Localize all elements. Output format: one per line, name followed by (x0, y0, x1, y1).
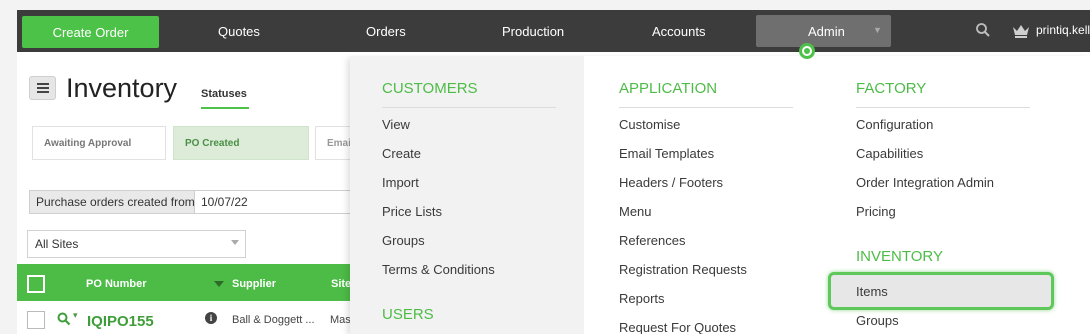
date-from-input[interactable]: 10/07/22 (195, 190, 355, 214)
section-inventory: INVENTORY (856, 248, 943, 265)
divider (619, 107, 793, 108)
hamburger-menu-button[interactable] (29, 76, 56, 100)
status-awaiting-approval[interactable]: Awaiting Approval (32, 126, 166, 160)
admin-dropdown-menu: CUSTOMERS View Create Import Price Lists… (350, 56, 1090, 334)
create-order-button[interactable]: Create Order (22, 16, 159, 48)
menu-customers-import[interactable]: Import (382, 175, 419, 190)
row-checkbox[interactable] (27, 311, 45, 329)
nav-production[interactable]: Production (502, 10, 564, 52)
menu-application-reports[interactable]: Reports (619, 291, 665, 306)
customers-column (350, 56, 584, 334)
status-email[interactable]: Emai (315, 126, 355, 160)
menu-customers-terms[interactable]: Terms & Conditions (382, 262, 495, 277)
menu-application-request-for-quotes[interactable]: Request For Quotes (619, 320, 736, 334)
column-site[interactable]: Site (331, 278, 351, 290)
menu-application-headers-footers[interactable]: Headers / Footers (619, 175, 723, 190)
menu-factory-configuration[interactable]: Configuration (856, 117, 933, 132)
status-po-created[interactable]: PO Created (173, 126, 309, 160)
menu-inventory-groups[interactable]: Groups (856, 313, 899, 328)
section-application: APPLICATION (619, 80, 718, 97)
supplier-cell: Ball & Doggett ... (232, 314, 315, 326)
section-customers: CUSTOMERS (382, 80, 478, 97)
column-supplier[interactable]: Supplier (232, 278, 276, 290)
section-factory: FACTORY (856, 80, 927, 97)
active-menu-indicator (799, 43, 815, 59)
menu-inventory-items[interactable]: Items (856, 284, 888, 299)
info-icon[interactable]: i (205, 312, 217, 324)
page-margin-top (0, 0, 1090, 10)
menu-customers-groups[interactable]: Groups (382, 233, 425, 248)
top-navigation-bar: Create Order Quotes Orders Production Ac… (17, 10, 1090, 52)
page-margin-left (0, 0, 17, 334)
tab-statuses[interactable]: Statuses (201, 88, 247, 100)
po-number-link[interactable]: IQIPO155 (87, 313, 154, 330)
menu-application-menu[interactable]: Menu (619, 204, 652, 219)
crown-icon[interactable] (1011, 22, 1031, 43)
divider (856, 107, 1030, 108)
search-icon[interactable] (975, 22, 991, 43)
chevron-down-icon (231, 240, 239, 245)
menu-factory-order-integration-admin[interactable]: Order Integration Admin (856, 175, 994, 190)
menu-application-registration-requests[interactable]: Registration Requests (619, 262, 747, 277)
column-po-number[interactable]: PO Number (86, 278, 147, 290)
chevron-down-icon[interactable]: ▾ (73, 310, 78, 321)
menu-factory-capabilities[interactable]: Capabilities (856, 146, 923, 161)
search-icon[interactable] (57, 312, 71, 331)
nav-admin[interactable]: Admin ▼ (756, 15, 891, 47)
section-users: USERS (382, 306, 434, 323)
hamburger-icon (36, 83, 49, 93)
menu-customers-create[interactable]: Create (382, 146, 421, 161)
page-title: Inventory (66, 73, 178, 103)
select-all-checkbox[interactable] (27, 275, 45, 293)
chevron-down-icon: ▼ (873, 25, 882, 35)
nav-accounts[interactable]: Accounts (652, 10, 705, 52)
sites-select[interactable]: All Sites (27, 230, 246, 258)
date-filter-label: Purchase orders created from (29, 190, 195, 214)
nav-admin-label: Admin (808, 24, 845, 39)
divider (382, 107, 556, 108)
menu-customers-view[interactable]: View (382, 117, 410, 132)
menu-application-email-templates[interactable]: Email Templates (619, 146, 714, 161)
table-header (17, 264, 351, 301)
menu-factory-pricing[interactable]: Pricing (856, 204, 896, 219)
tab-active-underline (201, 107, 249, 109)
nav-quotes[interactable]: Quotes (218, 10, 260, 52)
sort-caret-icon[interactable] (214, 281, 224, 287)
nav-orders[interactable]: Orders (366, 10, 406, 52)
menu-application-customise[interactable]: Customise (619, 117, 680, 132)
user-name[interactable]: printiq.kell (1036, 23, 1090, 37)
menu-application-references[interactable]: References (619, 233, 685, 248)
menu-customers-price-lists[interactable]: Price Lists (382, 204, 442, 219)
site-cell: Mas (330, 314, 351, 326)
